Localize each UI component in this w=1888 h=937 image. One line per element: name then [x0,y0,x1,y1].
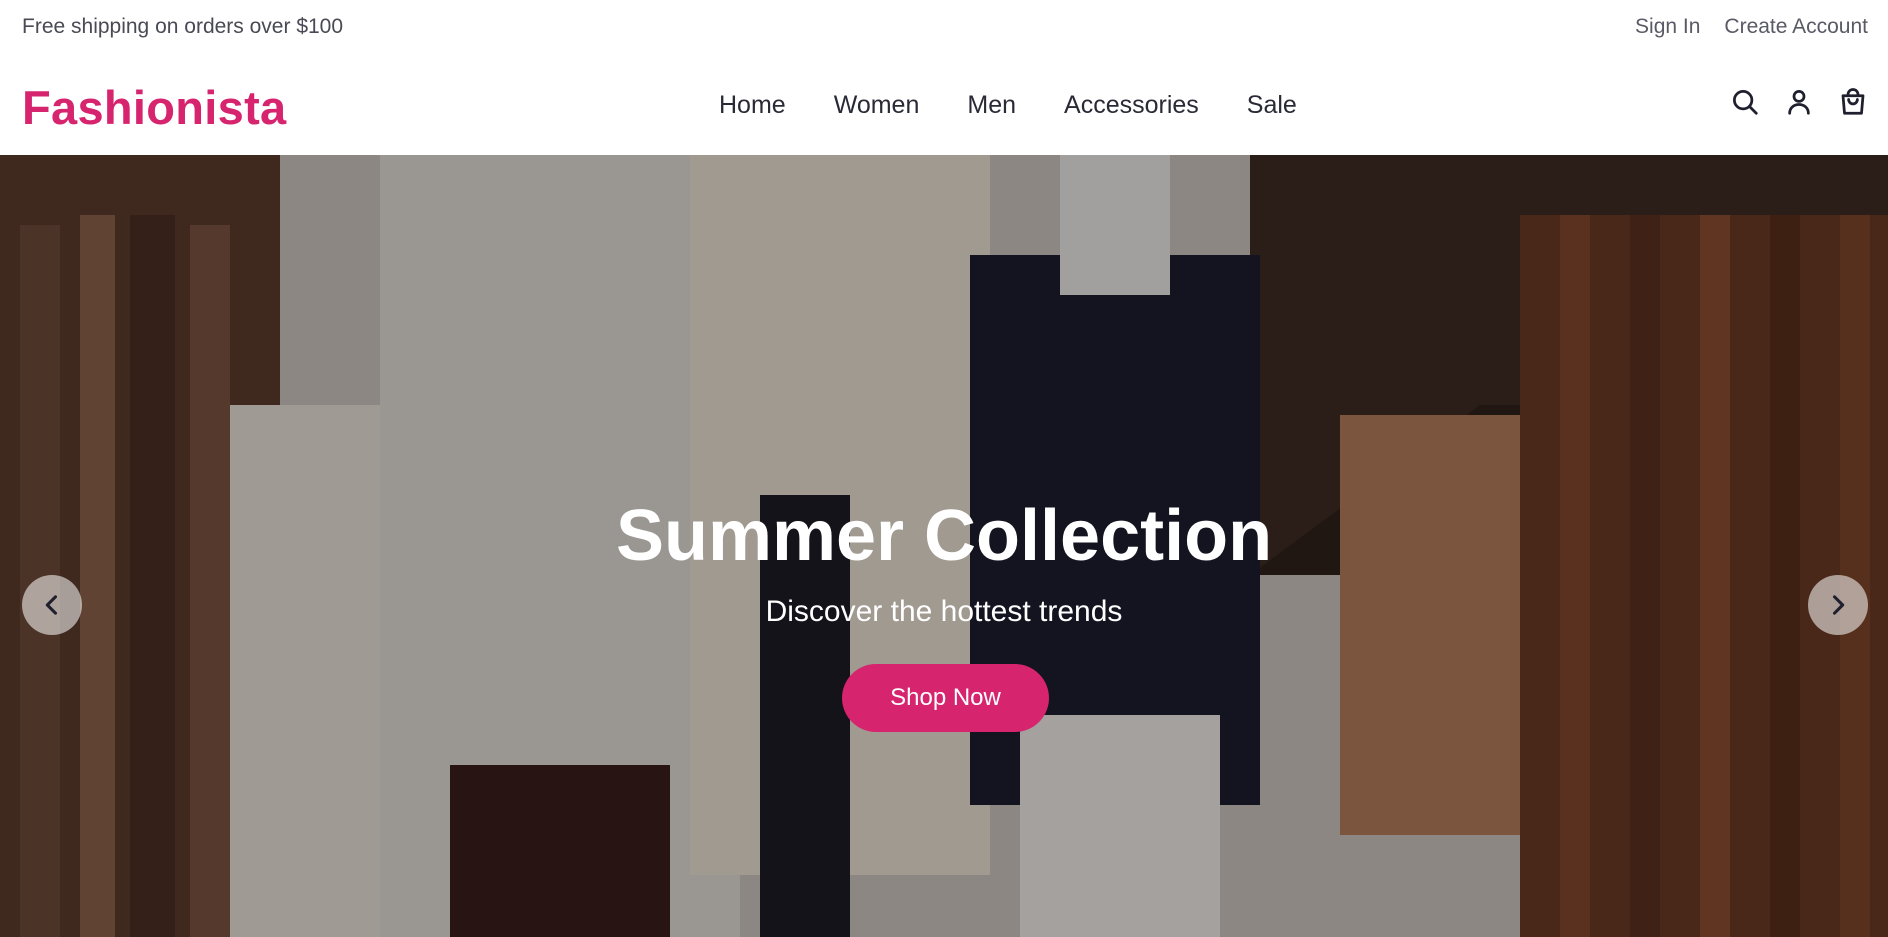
sign-in-link[interactable]: Sign In [1635,15,1700,39]
user-icon[interactable] [1784,87,1814,117]
search-icon[interactable] [1730,87,1760,117]
hero-subtitle: Discover the hottest trends [765,595,1123,628]
chevron-right-icon [1832,595,1845,615]
chevron-left-icon [45,595,58,615]
nav-item-men[interactable]: Men [967,91,1016,120]
account-links: Sign In Create Account [1635,15,1868,39]
nav-item-women[interactable]: Women [834,91,920,120]
main-nav: Home Women Men Accessories Sale [719,91,1297,120]
carousel-prev-button[interactable] [22,575,82,635]
header-icons [1730,87,1868,117]
nav-item-home[interactable]: Home [719,91,786,120]
shop-now-button[interactable]: Shop Now [842,664,1049,732]
hero-banner: Summer Collection Discover the hottest t… [0,155,1888,937]
top-bar: Free shipping on orders over $100 Sign I… [0,0,1888,54]
nav-item-sale[interactable]: Sale [1247,91,1297,120]
shopping-bag-icon[interactable] [1838,87,1868,117]
create-account-link[interactable]: Create Account [1724,15,1868,39]
nav-item-accessories[interactable]: Accessories [1064,91,1199,120]
site-header: Fashionista Home Women Men Accessories S… [0,54,1888,155]
promo-text: Free shipping on orders over $100 [22,15,344,38]
logo[interactable]: Fashionista [22,80,286,135]
hero-title: Summer Collection [615,496,1273,576]
carousel-next-button[interactable] [1808,575,1868,635]
